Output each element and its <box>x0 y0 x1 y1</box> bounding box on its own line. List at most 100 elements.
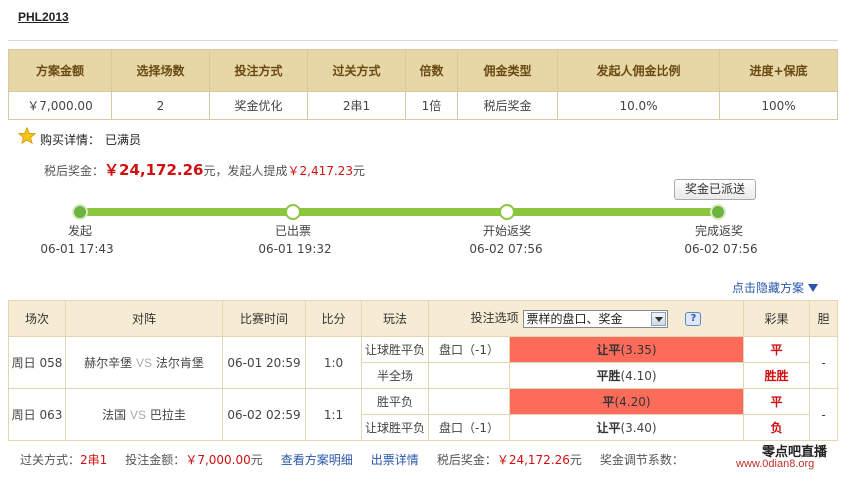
commission-rate: 10.0% <box>557 91 720 120</box>
col-score: 比分 <box>305 300 362 337</box>
match-result: 平 <box>743 336 811 363</box>
plan-footer: 过关方式：2串1 投注金额：￥7,000.00元 查看方案明细 出票详情 税后奖金：￥2… <box>20 451 684 468</box>
col-option: 投注选项 票样的盘口、奖金 ? <box>427 300 745 337</box>
summary-header-row: 方案金额 选择场数 投注方式 过关方式 倍数 佣金类型 发起人佣金比例 进度+保… <box>8 49 838 92</box>
pick-text: 平胜 <box>596 369 621 383</box>
play-type: 胜平负 <box>361 388 429 415</box>
progress-track <box>80 208 720 216</box>
match-result: 胜胜 <box>743 362 811 389</box>
pick-odds: (3.35) <box>620 343 657 357</box>
table-row: 周日 058 赫尔辛堡 VS 法尔肯堡 06-01 20:59 1:0 让球胜平… <box>8 336 839 389</box>
view-plan-detail-link[interactable]: 查看方案明细 <box>281 453 353 467</box>
pick-text: 平 <box>602 395 615 409</box>
match-header-row: 场次 对阵 比赛时间 比分 玩法 投注选项 票样的盘口、奖金 ? 彩果 胆 <box>8 300 839 337</box>
footer-prize-unit: 元 <box>569 453 582 467</box>
match-time: 06-01 20:59 <box>222 336 306 389</box>
match-result: 负 <box>743 414 811 441</box>
ticket-detail-link[interactable]: 出票详情 <box>371 453 419 467</box>
help-icon[interactable]: ? <box>685 311 702 326</box>
prize-amount: ￥24,172.26 <box>104 161 204 179</box>
star-icon <box>18 127 36 145</box>
step-time: 06-01 17:43 <box>40 242 114 256</box>
match-teams: 赫尔辛堡 VS 法尔肯堡 <box>65 336 223 389</box>
step-label: 发起 <box>67 224 92 238</box>
header-divider <box>8 40 838 41</box>
summary-header: 选择场数 <box>111 49 210 92</box>
step-time: 06-02 07:56 <box>684 242 758 256</box>
pick-odds: (4.20) <box>614 395 651 409</box>
handicap: 盘口（-1） <box>428 414 510 441</box>
hide-plan-link[interactable]: 点击隐藏方案 <box>732 279 804 296</box>
prize-sent-button[interactable]: 奖金已派送 <box>674 179 756 200</box>
pass-method: 2串1 <box>307 91 406 120</box>
col-teams: 对阵 <box>65 300 223 337</box>
plan-summary-table: 方案金额 选择场数 投注方式 过关方式 倍数 佣金类型 发起人佣金比例 进度+保… <box>8 49 838 120</box>
bet-amount-value: ￥7,000.00 <box>185 453 251 467</box>
away-team: 法尔肯堡 <box>155 356 204 370</box>
step-label: 完成返奖 <box>694 224 743 238</box>
progress-guarantee: 100% <box>719 91 838 120</box>
match-session: 周日 058 <box>8 336 66 389</box>
purchase-detail-label: 购买详情： <box>40 133 101 147</box>
away-team: 巴拉圭 <box>149 408 186 422</box>
prize-summary: 税后奖金：￥24,172.26元，发起人提成￥2,417.23元 <box>44 159 365 180</box>
purchase-status: 已满员 <box>105 133 142 147</box>
match-table: 场次 对阵 比赛时间 比分 玩法 投注选项 票样的盘口、奖金 ? 彩果 胆 周日… <box>8 300 839 441</box>
match-teams: 法国 VS 巴拉圭 <box>65 388 223 441</box>
pick-odds: (4.10) <box>620 369 657 383</box>
chevron-down-icon[interactable] <box>650 311 666 326</box>
footer-prize-label: 税后奖金： <box>436 453 497 467</box>
prize-unit: 元 <box>203 164 216 178</box>
step-time: 06-01 19:32 <box>258 242 332 256</box>
match-count: 2 <box>111 91 210 120</box>
bet-amount-unit: 元 <box>250 453 263 467</box>
col-play: 玩法 <box>361 300 429 337</box>
progress-dot-start <box>72 204 88 220</box>
col-result: 彩果 <box>743 300 811 337</box>
option-label: 投注选项 <box>470 311 519 326</box>
pass-value: 2串1 <box>80 453 108 467</box>
summary-header: 进度+保底 <box>719 49 838 92</box>
dan-mark: - <box>809 336 839 389</box>
option-select-value: 票样的盘口、奖金 <box>526 311 623 326</box>
multiplier: 1倍 <box>405 91 458 120</box>
commission-amount: ￥2,417.23 <box>287 164 353 178</box>
summary-header: 方案金额 <box>8 49 112 92</box>
match-score: 1:0 <box>305 336 362 389</box>
summary-header: 过关方式 <box>307 49 406 92</box>
home-team: 法国 <box>102 408 127 422</box>
commission-type: 税后奖金 <box>457 91 558 120</box>
bet-pick: 平胜(4.10) <box>508 362 745 389</box>
bet-amount-label: 投注金额： <box>125 453 186 467</box>
bet-pick: 平(4.20) <box>508 388 745 415</box>
summary-header: 倍数 <box>405 49 458 92</box>
col-dan: 胆 <box>809 300 839 337</box>
progress-dot-payout-done <box>710 204 726 220</box>
summary-header: 投注方式 <box>209 49 308 92</box>
step-label: 已出票 <box>274 224 311 238</box>
option-select[interactable]: 票样的盘口、奖金 <box>522 309 668 328</box>
summary-header: 发起人佣金比例 <box>557 49 720 92</box>
prize-label: 税后奖金： <box>44 164 105 178</box>
page-title[interactable]: PHL2013 <box>18 10 69 24</box>
triangle-down-icon[interactable] <box>808 284 818 292</box>
bet-pick: 让平(3.35) <box>508 336 745 363</box>
pick-text: 让平 <box>596 343 621 357</box>
vs-label: VS <box>129 408 146 422</box>
dan-mark: - <box>809 388 839 441</box>
commission-label: ，发起人提成 <box>215 164 288 178</box>
match-session: 周日 063 <box>8 388 66 441</box>
footer-prize-value: ￥24,172.26 <box>496 453 570 467</box>
pick-odds: (3.40) <box>620 421 657 435</box>
summary-header: 佣金类型 <box>457 49 558 92</box>
vs-label: VS <box>135 356 152 370</box>
play-type: 让球胜平负 <box>361 336 429 363</box>
play-type: 半全场 <box>361 362 429 389</box>
plan-amount: ￥7,000.00 <box>8 91 112 120</box>
step-time: 06-02 07:56 <box>469 242 543 256</box>
pick-text: 让平 <box>596 421 621 435</box>
handicap <box>428 362 510 389</box>
play-type: 让球胜平负 <box>361 414 429 441</box>
watermark-url: www.0dian8.org <box>736 458 815 470</box>
match-result: 平 <box>743 388 811 415</box>
